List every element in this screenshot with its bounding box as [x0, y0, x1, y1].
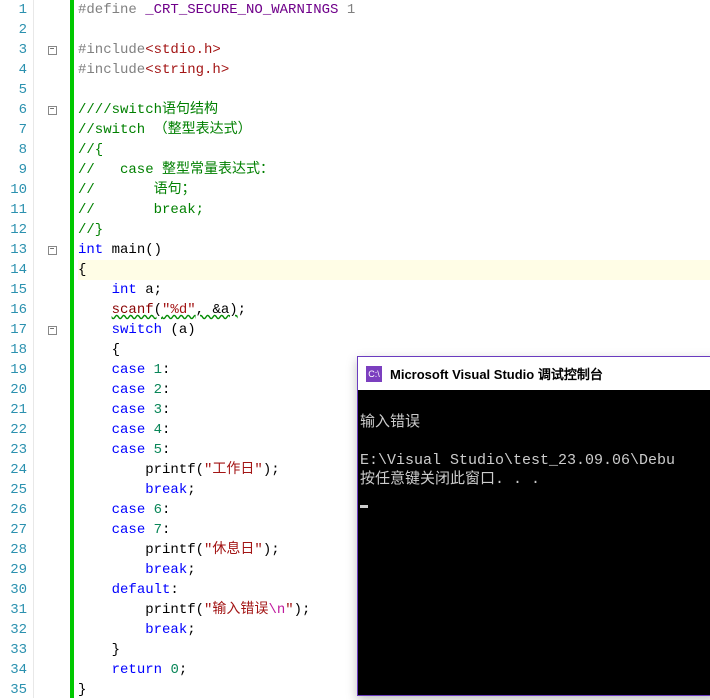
code-line[interactable]: //switch （整型表达式）: [78, 120, 710, 140]
console-cursor: [360, 505, 368, 508]
console-titlebar[interactable]: C:\ Microsoft Visual Studio 调试控制台: [358, 356, 710, 390]
gutter-row: [34, 200, 70, 220]
gutter-row: [34, 0, 70, 20]
gutter-row: −: [34, 40, 70, 60]
code-line[interactable]: scanf("%d", &a);: [78, 300, 710, 320]
line-number: 35: [0, 680, 27, 700]
gutter-row: [34, 440, 70, 460]
code-line[interactable]: {: [78, 260, 710, 280]
line-number: 15: [0, 280, 27, 300]
line-number: 25: [0, 480, 27, 500]
code-line[interactable]: // 语句；: [78, 180, 710, 200]
line-number: 28: [0, 540, 27, 560]
gutter-row: [34, 360, 70, 380]
gutter-row: [34, 540, 70, 560]
line-number: 11: [0, 200, 27, 220]
gutter-row: [34, 260, 70, 280]
code-line[interactable]: #include<stdio.h>: [78, 40, 710, 60]
line-number: 19: [0, 360, 27, 380]
line-number: 32: [0, 620, 27, 640]
gutter-row: [34, 660, 70, 680]
line-number: 7: [0, 120, 27, 140]
line-number: 14: [0, 260, 27, 280]
line-number: 3: [0, 40, 27, 60]
line-number: 26: [0, 500, 27, 520]
gutter-row: [34, 580, 70, 600]
gutter-row: [34, 640, 70, 660]
gutter-row: [34, 300, 70, 320]
code-line[interactable]: switch (a): [78, 320, 710, 340]
line-number: 29: [0, 560, 27, 580]
code-line[interactable]: #include<string.h>: [78, 60, 710, 80]
line-number: 21: [0, 400, 27, 420]
line-number: 22: [0, 420, 27, 440]
fold-toggle-icon[interactable]: −: [48, 246, 57, 255]
code-line[interactable]: //}: [78, 220, 710, 240]
gutter-row: [34, 120, 70, 140]
gutter-row: [34, 20, 70, 40]
line-number: 8: [0, 140, 27, 160]
gutter-row: [34, 60, 70, 80]
console-app-icon: C:\: [366, 366, 382, 382]
line-number: 6: [0, 100, 27, 120]
gutter-row: [34, 380, 70, 400]
line-number: 34: [0, 660, 27, 680]
code-line[interactable]: // case 整型常量表达式：: [78, 160, 710, 180]
console-output: 输入错误 E:\Visual Studio\test_23.09.06\Debu…: [358, 390, 710, 695]
line-number: 33: [0, 640, 27, 660]
line-number: 10: [0, 180, 27, 200]
gutter-row: [34, 180, 70, 200]
gutter-row: −: [34, 320, 70, 340]
line-number-gutter: 1234567891011121314151617181920212223242…: [0, 0, 34, 698]
line-number: 9: [0, 160, 27, 180]
line-number: 30: [0, 580, 27, 600]
line-number: 4: [0, 60, 27, 80]
line-number: 24: [0, 460, 27, 480]
gutter-row: [34, 600, 70, 620]
line-number: 23: [0, 440, 27, 460]
line-number: 1: [0, 0, 27, 20]
console-title: Microsoft Visual Studio 调试控制台: [390, 364, 603, 383]
debug-console-window[interactable]: C:\ Microsoft Visual Studio 调试控制台 输入错误 E…: [357, 356, 710, 696]
gutter-row: [34, 520, 70, 540]
gutter-row: [34, 620, 70, 640]
line-number: 16: [0, 300, 27, 320]
gutter-row: [34, 500, 70, 520]
gutter-row: [34, 680, 70, 700]
gutter-row: [34, 80, 70, 100]
gutter-row: [34, 280, 70, 300]
code-line[interactable]: [78, 80, 710, 100]
code-line[interactable]: #define _CRT_SECURE_NO_WARNINGS 1: [78, 0, 710, 20]
code-line[interactable]: // break;: [78, 200, 710, 220]
line-number: 20: [0, 380, 27, 400]
line-number: 2: [0, 20, 27, 40]
fold-gutter: − − − −: [34, 0, 70, 698]
gutter-row: [34, 160, 70, 180]
gutter-row: [34, 460, 70, 480]
gutter-row: [34, 560, 70, 580]
line-number: 31: [0, 600, 27, 620]
gutter-row: −: [34, 100, 70, 120]
line-number: 12: [0, 220, 27, 240]
gutter-row: [34, 420, 70, 440]
fold-toggle-icon[interactable]: −: [48, 106, 57, 115]
line-number: 18: [0, 340, 27, 360]
fold-toggle-icon[interactable]: −: [48, 326, 57, 335]
gutter-row: [34, 340, 70, 360]
code-line[interactable]: //{: [78, 140, 710, 160]
line-number: 5: [0, 80, 27, 100]
code-line[interactable]: int a;: [78, 280, 710, 300]
gutter-row: [34, 480, 70, 500]
fold-toggle-icon[interactable]: −: [48, 46, 57, 55]
gutter-row: [34, 140, 70, 160]
gutter-row: [34, 400, 70, 420]
code-line[interactable]: ////switch语句结构: [78, 100, 710, 120]
line-number: 13: [0, 240, 27, 260]
line-number: 27: [0, 520, 27, 540]
code-line[interactable]: int main(): [78, 240, 710, 260]
gutter-row: [34, 220, 70, 240]
line-number: 17: [0, 320, 27, 340]
code-line[interactable]: [78, 20, 710, 40]
gutter-row: −: [34, 240, 70, 260]
